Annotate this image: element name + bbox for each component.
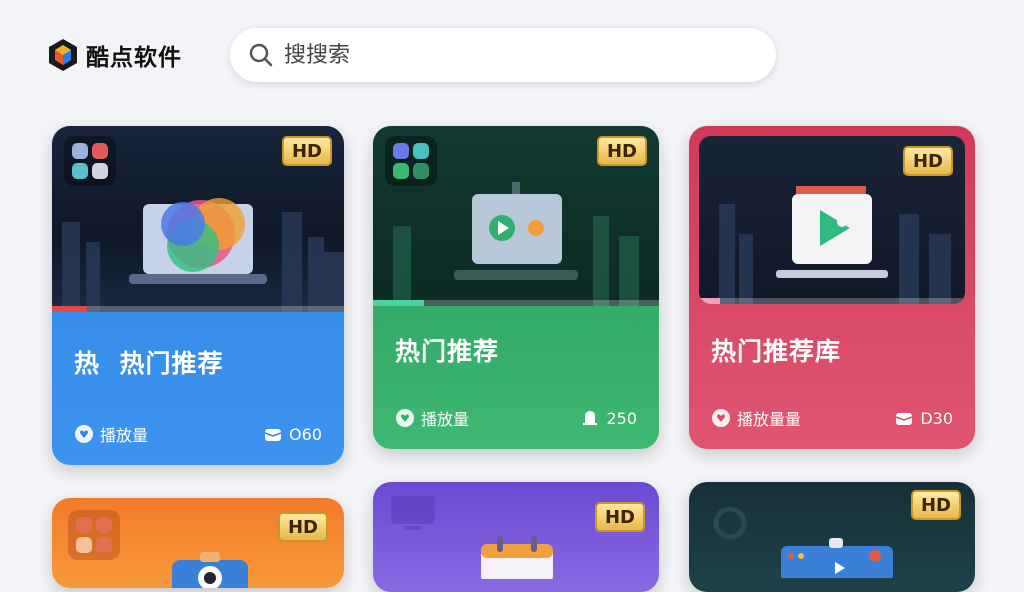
header: 酷点软件 [0, 0, 1024, 110]
bell-icon [583, 411, 598, 425]
play-count: O60 [289, 424, 322, 444]
search-icon [249, 43, 273, 67]
hd-badge: HD [903, 146, 953, 176]
calendar-icon [481, 536, 553, 579]
card-meta: 播放量 250 [395, 406, 637, 430]
app-icon [385, 136, 437, 186]
plays-label: 播放量 [100, 426, 149, 445]
play-count: D30 [920, 408, 953, 428]
app-logo[interactable]: 酷点软件 [48, 38, 182, 72]
hd-badge: HD [282, 136, 332, 166]
play-count: 250 [606, 408, 637, 428]
app-icon [68, 510, 120, 560]
box-icon [264, 429, 282, 441]
hd-badge: HD [278, 512, 328, 542]
title-prefix: 热 [74, 349, 101, 378]
card-thumbnail: HD [699, 136, 965, 304]
card-title: 热门推荐 [395, 337, 500, 366]
hd-badge: HD [597, 136, 647, 166]
camera-icon [172, 552, 248, 588]
card-thumbnail: HD [373, 126, 659, 306]
app-name: 酷点软件 [86, 45, 182, 71]
video-card[interactable]: HD 热 热门推荐 播放量 O60 [52, 126, 344, 465]
heart-icon [712, 409, 730, 427]
card-thumbnail: HD [52, 126, 344, 312]
browser-icon [781, 538, 893, 578]
video-card[interactable]: HD 热门推荐 播放量 250 [373, 126, 659, 449]
box-icon [896, 413, 913, 425]
card-title: 热门推荐库 [711, 337, 842, 366]
hexagon-logo-icon [49, 39, 77, 71]
circle-app-icon [713, 506, 747, 540]
hd-badge: HD [595, 502, 645, 532]
heart-icon [75, 425, 93, 443]
video-play-icon [776, 186, 888, 278]
heart-icon [396, 409, 414, 427]
search-bar[interactable] [230, 28, 776, 82]
progress-bar [373, 300, 659, 306]
plays-label: 播放量量 [737, 410, 802, 429]
app-icon [64, 136, 116, 186]
card-meta: 播放量 O60 [74, 422, 322, 446]
hd-badge: HD [911, 490, 961, 520]
title-text: 热门推荐 [119, 349, 224, 378]
video-card[interactable]: HD [52, 498, 344, 588]
plays-label: 播放量 [421, 410, 470, 429]
colorful-blob-icon [129, 198, 267, 284]
monitor-icon [391, 496, 435, 530]
search-input[interactable] [284, 42, 744, 68]
progress-bar [699, 298, 965, 304]
card-meta: 播放量量 D30 [711, 406, 953, 430]
progress-bar [52, 306, 344, 312]
card-title: 热 热门推荐 [74, 344, 223, 380]
video-card[interactable]: HD 热门推荐库 播放量量 D30 [689, 126, 975, 449]
play-icon [454, 182, 578, 280]
